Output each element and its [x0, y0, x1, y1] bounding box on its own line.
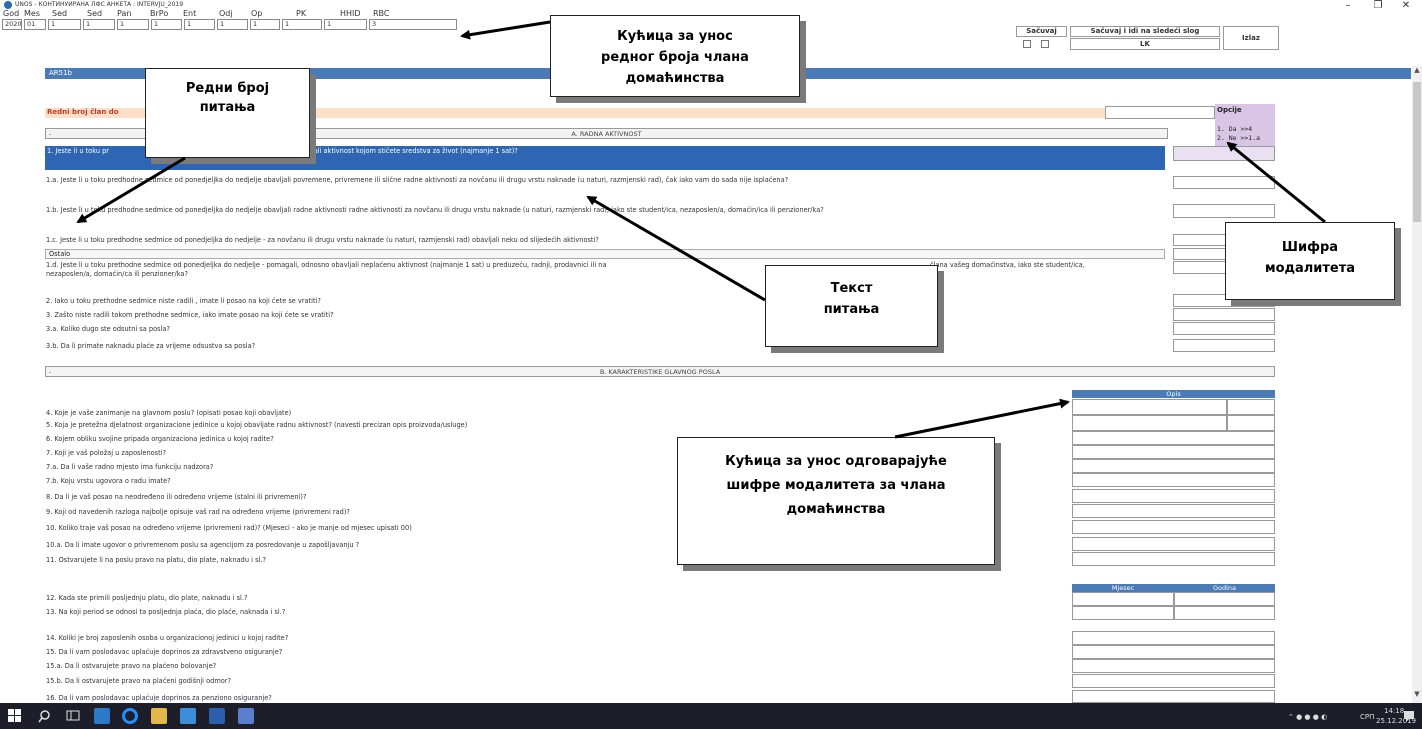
- clock-time[interactable]: 14:18: [1384, 707, 1404, 715]
- notifications-icon[interactable]: [1403, 710, 1415, 722]
- windows-start-icon[interactable]: [8, 709, 22, 723]
- annotation-arrows: [76, 20, 1326, 439]
- arrow-to-question-number: [76, 156, 186, 224]
- language-indicator[interactable]: СРП: [1360, 713, 1374, 721]
- arrow-to-member-input: [460, 20, 551, 40]
- app-icon-1[interactable]: [180, 708, 196, 724]
- arrow-to-modality-code: [1226, 141, 1326, 224]
- edge-browser-icon[interactable]: [122, 708, 138, 724]
- word-icon[interactable]: [209, 708, 225, 724]
- file-explorer-icon[interactable]: [151, 708, 167, 724]
- outlook-icon[interactable]: [94, 708, 110, 724]
- arrow-to-answer-box: [894, 398, 1070, 439]
- search-icon[interactable]: [38, 709, 52, 723]
- tray-icons[interactable]: ⌃ ● ● ● ◐: [1288, 713, 1327, 721]
- arrow-to-question-text: [586, 195, 766, 302]
- task-view-icon[interactable]: [66, 709, 80, 723]
- visual-studio-icon[interactable]: [238, 708, 254, 724]
